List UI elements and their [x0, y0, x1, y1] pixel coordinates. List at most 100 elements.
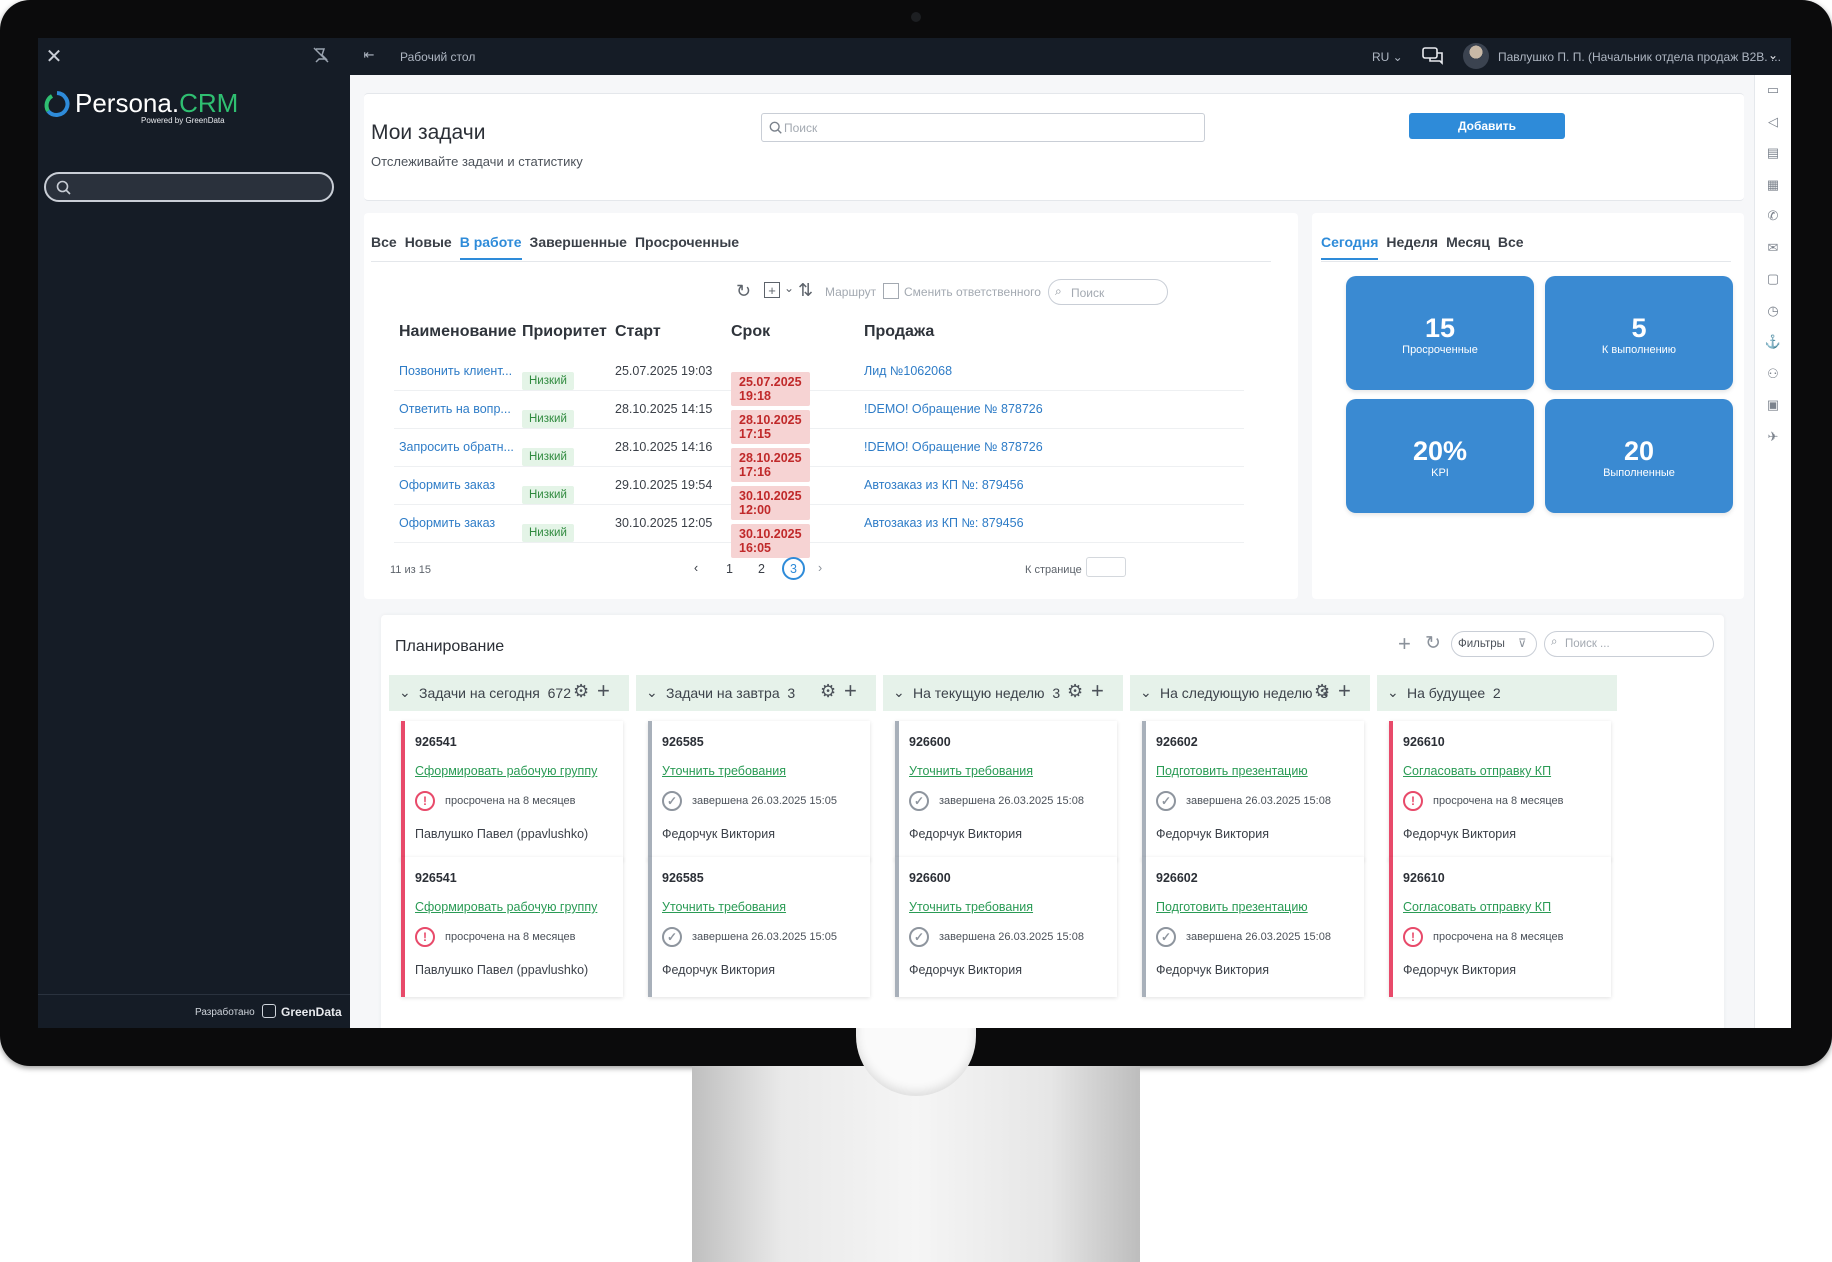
tab-today[interactable]: Сегодня — [1321, 234, 1379, 260]
refresh-icon[interactable]: ↻ — [736, 281, 751, 302]
card-title-link[interactable]: Сформировать рабочую группу — [415, 764, 597, 778]
list-icon[interactable] — [883, 283, 899, 299]
tab-overdue[interactable]: Просроченные — [635, 234, 739, 258]
header-search-input[interactable]: Поиск — [761, 113, 1205, 142]
user-settings-icon[interactable]: ⚇ — [1764, 365, 1782, 383]
card-title-link[interactable]: Согласовать отправку КП — [1403, 900, 1551, 914]
sidebar-search-input[interactable] — [44, 172, 334, 202]
tab-completed[interactable]: Завершенные — [530, 234, 627, 258]
add-icon[interactable]: + — [844, 678, 857, 704]
avatar[interactable] — [1463, 43, 1489, 69]
tasks-search-input[interactable]: ⌕ Поиск — [1048, 279, 1168, 305]
card-title-link[interactable]: Уточнить требования — [909, 900, 1033, 914]
add-icon[interactable]: + — [1091, 678, 1104, 704]
add-icon[interactable]: + — [597, 678, 610, 704]
sale-link[interactable]: Лид №1062068 — [864, 364, 952, 378]
note-icon[interactable]: ▤ — [1764, 144, 1782, 162]
calendar-icon[interactable]: ▦ — [1764, 176, 1782, 194]
card-title-link[interactable]: Уточнить требования — [662, 764, 786, 778]
sale-link[interactable]: Автозаказ из КП №: 879456 — [864, 478, 1024, 492]
chevron-down-icon[interactable]: ⌄ — [1140, 684, 1152, 701]
page-3-current[interactable]: 3 — [782, 557, 805, 580]
sort-icon[interactable]: ⇅ — [798, 280, 813, 301]
chat-icon[interactable]: ▢ — [1764, 270, 1782, 288]
phone-icon[interactable]: ✆ — [1764, 207, 1782, 225]
gear-icon[interactable]: ⚙ — [1067, 681, 1083, 702]
task-card[interactable]: 926585 Уточнить требования ✓ завершена 26… — [648, 857, 870, 997]
card-title-link[interactable]: Сформировать рабочую группу — [415, 900, 597, 914]
comment-icon[interactable]: ▭ — [1764, 81, 1782, 99]
mail-icon[interactable]: ✉ — [1764, 239, 1782, 257]
collapse-icon[interactable]: ⇤ — [360, 46, 378, 64]
send-icon[interactable]: ◁ — [1764, 113, 1782, 131]
task-card[interactable]: 926602 Подготовить презентацию ✓ завершен… — [1142, 721, 1364, 861]
tab-month[interactable]: Месяц — [1446, 234, 1490, 258]
card-title-link[interactable]: Уточнить требования — [909, 764, 1033, 778]
gear-icon[interactable]: ⚙ — [573, 681, 589, 702]
refresh-icon[interactable]: ↻ — [1425, 632, 1441, 655]
sale-link[interactable]: Автозаказ из КП №: 879456 — [864, 516, 1024, 530]
add-icon[interactable]: + — [1338, 678, 1351, 704]
task-card[interactable]: 926585 Уточнить требования ✓ завершена 26… — [648, 721, 870, 861]
table-row[interactable]: Оформить заказ Низкий 30.10.2025 12:05 3… — [394, 505, 1244, 558]
table-row[interactable]: Ответить на вопр... Низкий 28.10.2025 14… — [394, 391, 1244, 444]
task-card[interactable]: 926600 Уточнить требования ✓ завершена 26… — [895, 721, 1117, 861]
clock-icon[interactable]: ◷ — [1764, 302, 1782, 320]
card-title-link[interactable]: Согласовать отправку КП — [1403, 764, 1551, 778]
task-name[interactable]: Позвонить клиент... — [399, 364, 512, 378]
table-row[interactable]: Запросить обратн... Низкий 28.10.2025 14… — [394, 429, 1244, 482]
tile-done[interactable]: 20 Выполненные — [1545, 399, 1733, 513]
task-name[interactable]: Оформить заказ — [399, 478, 495, 492]
add-icon[interactable]: + — [1398, 631, 1411, 657]
planning-search-input[interactable]: ⌕ Поиск ... — [1544, 631, 1714, 657]
chevron-down-icon[interactable]: ⌄ — [646, 684, 658, 701]
page-1[interactable]: 1 — [726, 562, 733, 576]
task-card[interactable]: 926610 Согласовать отправку КП ! просроче… — [1389, 857, 1611, 997]
tile-kpi[interactable]: 20% KPI — [1346, 399, 1534, 513]
tab-all-time[interactable]: Все — [1498, 234, 1524, 258]
chevron-down-icon[interactable]: ⌄ — [784, 281, 794, 295]
card-title-link[interactable]: Подготовить презентацию — [1156, 764, 1308, 778]
next-page-icon[interactable]: › — [818, 561, 822, 575]
prev-page-icon[interactable]: ‹ — [694, 561, 698, 575]
breadcrumb[interactable]: Рабочий стол — [400, 50, 475, 64]
plane-icon[interactable]: ✈ — [1764, 428, 1782, 446]
tile-todo[interactable]: 5К выполнению — [1545, 276, 1733, 390]
chevron-down-icon[interactable]: ⌄ — [1387, 684, 1399, 701]
gear-icon[interactable]: ⚙ — [820, 681, 836, 702]
card-title-link[interactable]: Подготовить презентацию — [1156, 900, 1308, 914]
tab-week[interactable]: Неделя — [1386, 234, 1438, 258]
task-card[interactable]: 926602 Подготовить презентацию ✓ завершен… — [1142, 857, 1364, 997]
chat-icon[interactable] — [1422, 46, 1444, 66]
close-icon[interactable]: ✕ — [44, 46, 64, 68]
task-card[interactable]: 926600 Уточнить требования ✓ завершена 26… — [895, 857, 1117, 997]
task-card[interactable]: 926541 Сформировать рабочую группу ! прос… — [401, 721, 623, 861]
language-select[interactable]: RU ⌄ — [1372, 50, 1403, 64]
task-name[interactable]: Запросить обратн... — [399, 440, 514, 454]
sale-link[interactable]: !DEMO! Обращение № 878726 — [864, 440, 1043, 454]
chevron-down-icon[interactable]: ⌄ — [399, 684, 411, 701]
table-row[interactable]: Оформить заказ Низкий 29.10.2025 19:54 3… — [394, 467, 1244, 520]
gear-icon[interactable]: ⚙ — [1314, 681, 1330, 702]
chevron-down-icon[interactable]: ⌄ — [1768, 48, 1778, 62]
tab-new[interactable]: Новые — [405, 234, 452, 258]
tab-in-progress[interactable]: В работе — [459, 234, 522, 260]
page-2[interactable]: 2 — [758, 562, 765, 576]
card-title-link[interactable]: Уточнить требования — [662, 900, 786, 914]
task-name[interactable]: Оформить заказ — [399, 516, 495, 530]
filters-button[interactable]: Фильтры ⊽ — [1451, 631, 1537, 657]
add-task-icon[interactable]: + — [764, 282, 780, 298]
add-button[interactable]: Добавить — [1409, 113, 1565, 139]
task-card[interactable]: 926610 Согласовать отправку КП ! просроче… — [1389, 721, 1611, 861]
tab-all[interactable]: Все — [371, 234, 397, 258]
route-button[interactable]: Маршрут — [825, 285, 876, 299]
contact-icon[interactable]: ▣ — [1764, 396, 1782, 414]
anchor-icon[interactable]: ⚓ — [1764, 333, 1782, 351]
change-owner-button[interactable]: Сменить ответственного — [904, 285, 1041, 299]
task-name[interactable]: Ответить на вопр... — [399, 402, 511, 416]
chevron-down-icon[interactable]: ⌄ — [893, 684, 905, 701]
task-card[interactable]: 926541 Сформировать рабочую группу ! прос… — [401, 857, 623, 997]
pin-off-icon[interactable] — [310, 44, 332, 66]
goto-page-input[interactable] — [1086, 557, 1126, 577]
table-row[interactable]: Позвонить клиент... Низкий 25.07.2025 19… — [394, 353, 1244, 406]
